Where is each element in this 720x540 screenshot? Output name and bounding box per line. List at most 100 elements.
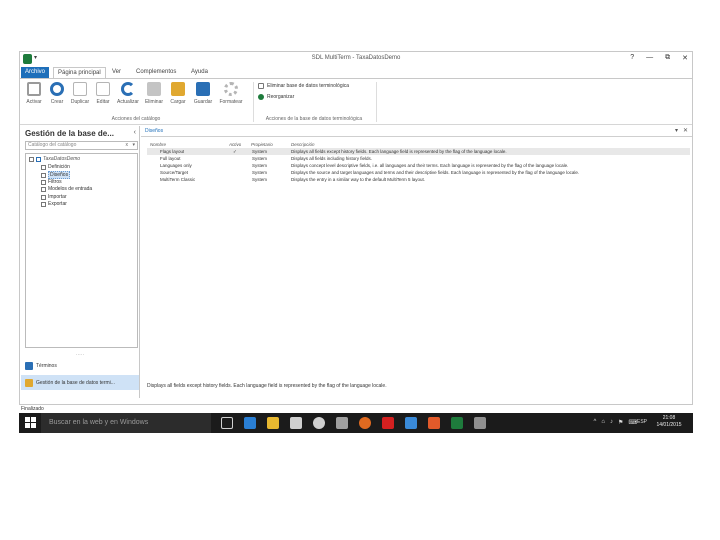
file-explorer-icon[interactable] [267,417,279,429]
delete-termbase-label: Eliminar base de datos terminológica [267,83,349,89]
clear-search-icon[interactable]: x [126,142,129,149]
save-icon [196,82,210,96]
taskbar-search-input[interactable]: Buscar en la web y en Windows [41,413,211,433]
edit-button[interactable]: Editar [91,82,115,105]
catalog-actions-group-label: Acciones del catálogo [111,116,161,122]
tree-item-importar[interactable]: Importar [41,194,67,200]
content-tab-bar: Diseños ▾ ✕ [141,126,692,137]
column-header-description[interactable]: Descripción [291,141,315,148]
tab-close-icon[interactable]: ✕ [683,127,688,134]
restore-button[interactable]: ⧉ [665,54,670,62]
table-header: Nombre Activo Propietario Descripción [147,141,690,148]
column-header-name[interactable]: Nombre [150,141,166,148]
tree-item-definicion[interactable]: Definición [41,164,70,170]
tab-pagina-principal[interactable]: Página principal [53,67,106,78]
action-center-flag-icon[interactable]: ⚑ [618,419,623,426]
keyboard-icon[interactable]: ⌨ [628,419,637,426]
office-icon[interactable] [428,417,440,429]
taskbar-clock[interactable]: 21:08 14/01/2015 [649,415,689,429]
catalog-search-input[interactable]: Catálogo del catálogo x ▾ [25,141,138,150]
tab-ver[interactable]: Ver [108,67,125,78]
store-icon[interactable] [290,417,302,429]
nav-label: Gestión de la base de datos termi... [36,379,115,386]
termbase-admin-icon [25,378,33,387]
status-bar: Finalizado [21,406,44,412]
delete-icon [147,82,161,96]
collapse-panel-icon[interactable]: ‹ [134,129,136,136]
reorganize-button[interactable]: Reorganizar [258,94,294,100]
start-button[interactable] [25,417,36,428]
layouts-pane: Diseños ▾ ✕ Nombre Activo Propietario De… [141,126,692,398]
layout-description: Displays concept level descriptive field… [291,163,569,168]
system-tray: ^ ⌂ ♪ ⚑ ⌨ [593,419,637,426]
terms-icon [25,361,33,370]
tree-item-disenos[interactable]: Diseños [41,171,71,179]
tray-chevron-icon[interactable]: ^ [593,419,596,426]
chrome-icon[interactable] [313,417,325,429]
layout-name: Languages only [160,163,192,168]
input-language[interactable]: ESP [637,419,647,425]
nav-terminos[interactable]: Términos [21,358,139,373]
windows-taskbar: Buscar en la web y en Windows ^ ⌂ ♪ ⚑ ⌨ … [19,413,693,433]
edge-icon[interactable] [244,417,256,429]
activate-label: Activar [26,99,42,105]
ribbon: Activar Crear Duplicar Editar Actualizar… [20,78,692,125]
refresh-button[interactable]: Actualizar [116,82,140,105]
collapse-node-icon[interactable] [29,156,34,162]
column-header-owner[interactable]: Propietario [251,141,273,148]
table-row[interactable]: Source/Target System Displays the source… [147,169,690,176]
layout-owner: System [252,156,268,161]
task-view-icon[interactable] [221,417,233,429]
layout-name: Flags layout [160,149,185,154]
search-placeholder: Catálogo del catálogo [28,142,77,148]
minimize-button[interactable]: — [646,54,653,62]
duplicate-button[interactable]: Duplicar [68,82,92,105]
duplicate-label: Duplicar [70,99,90,105]
tree-item-label: Filtros [48,179,62,185]
photo-icon[interactable] [405,417,417,429]
tool-icon[interactable] [474,417,486,429]
table-row[interactable]: Full layout System Displays all fields i… [147,155,690,162]
copy-icon [73,82,87,96]
tree-root[interactable]: TaxaDatosDemo [29,156,80,162]
tree-root-label: TaxaDatosDemo [43,156,81,162]
network-icon[interactable]: ⌂ [601,419,605,426]
load-button[interactable]: Cargar [166,82,190,105]
activate-button[interactable]: Activar [22,82,46,105]
delete-button[interactable]: Eliminar [142,82,166,105]
delete-termbase-button[interactable]: Eliminar base de datos terminológica [258,83,349,89]
volume-icon[interactable]: ♪ [610,419,613,426]
tab-disenos[interactable]: Diseños [145,128,163,134]
media-icon[interactable] [336,417,348,429]
tree-item-label: Definición [48,164,70,170]
tree-item-filtros[interactable]: Filtros [41,179,62,185]
column-header-active[interactable]: Activo [229,141,241,148]
create-button[interactable]: Crear [45,82,69,105]
nav-gestion-base-datos[interactable]: Gestión de la base de datos termi... [21,375,139,390]
tab-complementos[interactable]: Complementos [132,67,180,78]
tree-item-modelos-de-entrada[interactable]: Modelos de entrada [41,186,92,192]
multiterm-icon[interactable] [451,417,463,429]
table-row[interactable]: Languages only System Displays concept l… [147,162,690,169]
help-button[interactable]: ? [630,54,634,62]
save-button[interactable]: Guardar [191,82,215,105]
firefox-icon[interactable] [359,417,371,429]
format-button[interactable]: Formatear [219,82,243,105]
termbase-icon [36,156,41,162]
search-dropdown-icon[interactable]: ▾ [132,142,135,149]
windows-logo-icon [25,423,30,428]
acrobat-icon[interactable] [382,417,394,429]
reorganize-label: Reorganizar [267,94,295,100]
close-button[interactable]: ✕ [682,54,688,62]
tree-item-exportar[interactable]: Exportar [41,201,67,207]
gear-icon [224,82,238,96]
nav-label: Términos [36,362,57,369]
tab-ayuda[interactable]: Ayuda [187,67,212,78]
tab-archivo[interactable]: Archivo [21,67,50,78]
table-row[interactable]: Flags layout ✓ System Displays all field… [147,148,690,155]
delete-label: Eliminar [144,99,164,105]
panel-title: Gestión de la base de... [25,129,114,138]
table-row[interactable]: MultiTerm Classic System Displays the en… [147,176,690,183]
tree-item-label: Modelos de entrada [48,186,93,192]
tab-dropdown-icon[interactable]: ▾ [675,127,678,134]
